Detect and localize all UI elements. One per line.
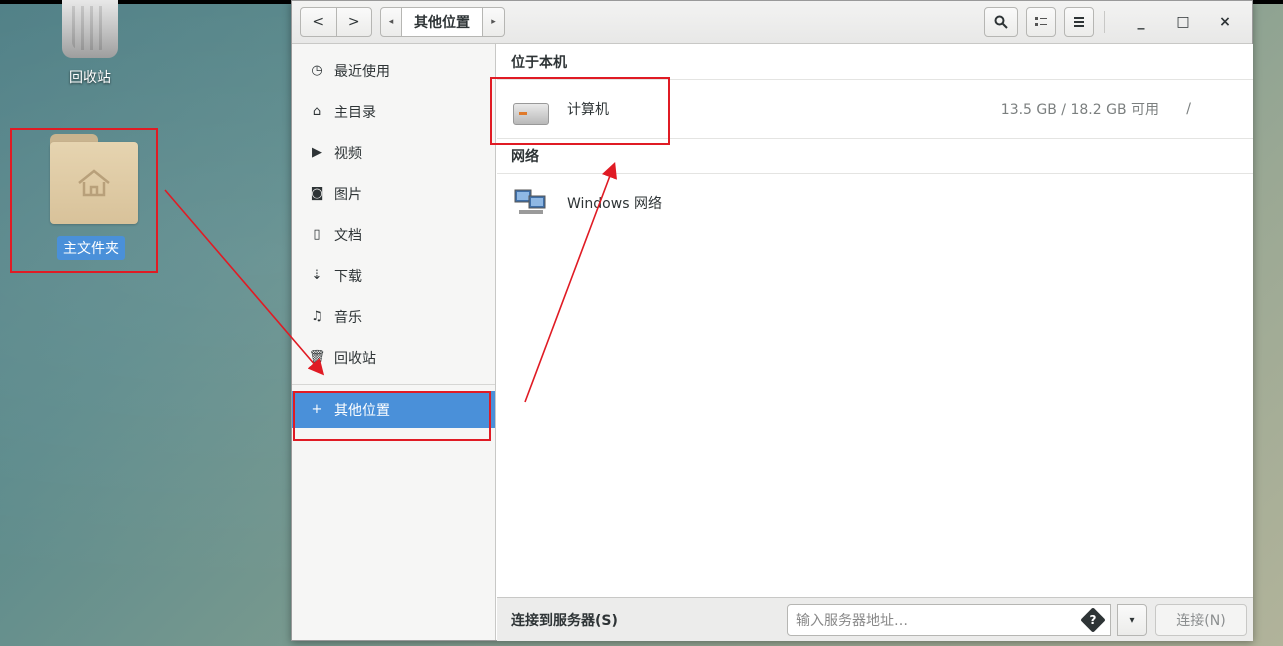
desktop-trash-label: 回收站 — [69, 70, 111, 86]
nav-button-group: < > — [300, 7, 372, 37]
server-address-placeholder: 输入服务器地址… — [796, 613, 908, 629]
sidebar-item-label: 音乐 — [334, 309, 362, 326]
sidebar-item-label: 文档 — [334, 227, 362, 244]
sidebar-item-downloads[interactable]: ⇣ 下载 — [292, 255, 495, 296]
sidebar-divider — [292, 384, 495, 385]
camera-icon: ◙ — [310, 186, 324, 201]
maximize-button[interactable]: □ — [1168, 7, 1198, 37]
sidebar-item-videos[interactable]: ▶ 视频 — [292, 132, 495, 173]
path-crumb-current[interactable]: 其他位置 — [402, 7, 483, 37]
connect-to-server-bar: 连接到服务器(S) 输入服务器地址… ? ▾ 连接(N) — [497, 597, 1253, 641]
sidebar-item-music[interactable]: ♫ 音乐 — [292, 296, 495, 337]
home-icon: ⌂ — [312, 104, 322, 119]
sidebar-item-label: 图片 — [334, 186, 362, 203]
hamburger-menu-icon — [1074, 17, 1084, 27]
menu-button[interactable] — [1064, 7, 1094, 37]
sidebar-item-trash[interactable]: 🗑 回收站 — [292, 337, 495, 378]
connect-to-server-label: 连接到服务器(S) — [511, 613, 618, 629]
trash-can-icon — [62, 0, 118, 58]
search-button[interactable] — [984, 7, 1018, 37]
view-toggle-button[interactable] — [1026, 7, 1056, 37]
clock-icon: ◷ — [311, 63, 323, 78]
sidebar-item-label: 下载 — [334, 268, 362, 285]
minimize-button[interactable]: _ — [1126, 7, 1156, 37]
place-row-windows-network[interactable]: Windows 网络 — [497, 174, 1253, 232]
network-computers-icon — [514, 189, 546, 214]
trash-icon: 🗑 — [308, 350, 326, 365]
place-name: Windows 网络 — [567, 196, 662, 212]
sidebar-item-recent[interactable]: ◷ 最近使用 — [292, 50, 495, 91]
mount-point: / — [1186, 101, 1191, 117]
close-button[interactable]: × — [1210, 7, 1240, 37]
search-icon — [994, 15, 1008, 29]
recent-servers-dropdown[interactable]: ▾ — [1117, 604, 1147, 636]
headerbar: < > ◂ 其他位置 ▸ _ □ × — [292, 1, 1252, 44]
file-manager-window: < > ◂ 其他位置 ▸ _ □ × ◷ 最近使用 ⌂ 主目录 ▶ 视频 ◙ 图… — [291, 0, 1253, 641]
sidebar-item-home[interactable]: ⌂ 主目录 — [292, 91, 495, 132]
download-icon: ⇣ — [311, 268, 323, 283]
places-sidebar: ◷ 最近使用 ⌂ 主目录 ▶ 视频 ◙ 图片 ▯ 文档 ⇣ 下载 ♫ 音乐 🗑 — [292, 44, 496, 640]
sidebar-item-label: 回收站 — [334, 350, 376, 367]
headerbar-separator — [1104, 11, 1105, 33]
video-icon: ▶ — [312, 145, 322, 160]
section-title-local: 位于本机 — [497, 44, 1253, 80]
sidebar-item-documents[interactable]: ▯ 文档 — [292, 214, 495, 255]
server-address-input[interactable]: 输入服务器地址… ? — [787, 604, 1111, 636]
list-view-icon — [1035, 17, 1047, 26]
document-icon: ▯ — [313, 227, 321, 242]
path-scroll-right-button[interactable]: ▸ — [483, 7, 505, 37]
sidebar-item-label: 视频 — [334, 145, 362, 162]
connect-button[interactable]: 连接(N) — [1155, 604, 1247, 636]
path-scroll-left-button[interactable]: ◂ — [380, 7, 402, 37]
music-icon: ♫ — [311, 309, 323, 324]
sidebar-item-pictures[interactable]: ◙ 图片 — [292, 173, 495, 214]
desktop-trash[interactable]: 回收站 — [40, 0, 140, 88]
back-button[interactable]: < — [301, 8, 336, 36]
annotation-box-computer — [490, 77, 670, 145]
help-icon[interactable]: ? — [1080, 607, 1106, 633]
annotation-box-other-locations — [293, 391, 491, 441]
forward-button[interactable]: > — [335, 8, 372, 36]
sidebar-item-label: 主目录 — [334, 104, 376, 121]
annotation-box-home — [10, 128, 158, 273]
path-bar: ◂ 其他位置 ▸ — [380, 7, 505, 37]
disk-space-info: 13.5 GB / 18.2 GB 可用 — [1000, 102, 1159, 118]
sidebar-item-label: 最近使用 — [334, 63, 390, 80]
